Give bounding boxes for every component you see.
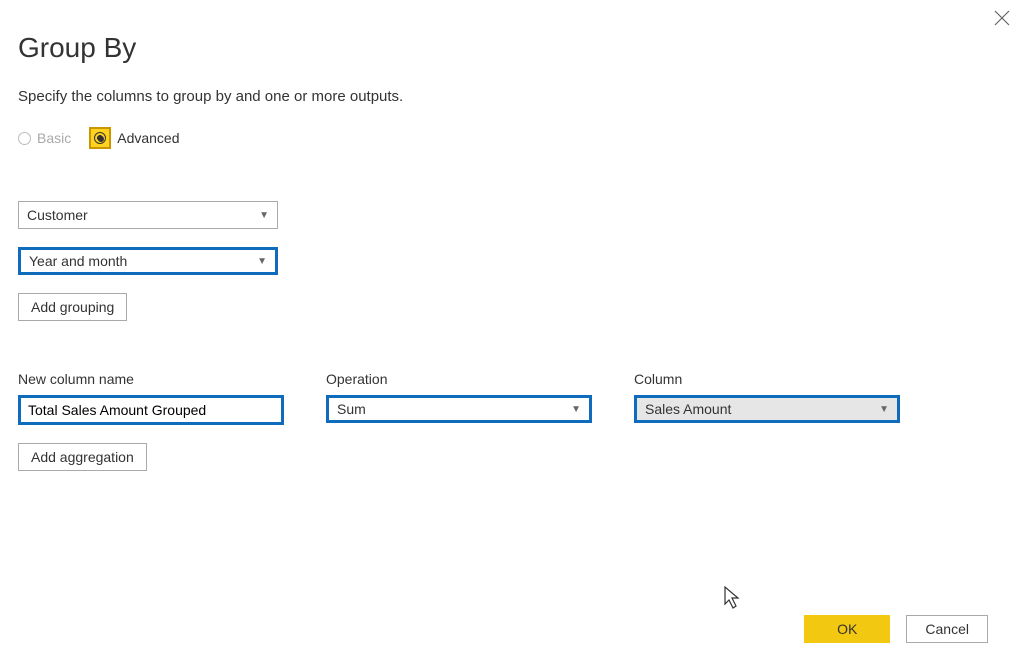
chevron-down-icon: ▼: [879, 404, 889, 415]
grouping-dropdown-2[interactable]: Year and month ▼: [18, 247, 278, 275]
add-aggregation-button[interactable]: Add aggregation: [18, 443, 147, 471]
radio-advanced-label: Advanced: [117, 130, 179, 146]
column-dropdown[interactable]: Sales Amount ▼: [634, 395, 900, 423]
dialog-footer: OK Cancel: [804, 615, 988, 643]
chevron-down-icon: ▼: [257, 256, 267, 267]
ok-button[interactable]: OK: [804, 615, 890, 643]
chevron-down-icon: ▼: [571, 404, 581, 415]
cursor-icon: [724, 586, 744, 612]
close-button[interactable]: [994, 10, 1010, 29]
add-grouping-button[interactable]: Add grouping: [18, 293, 127, 321]
header-new-column: New column name: [18, 371, 284, 387]
radio-advanced[interactable]: Advanced: [89, 127, 179, 149]
header-operation: Operation: [326, 371, 592, 387]
grouping-dropdown-1[interactable]: Customer ▼: [18, 201, 278, 229]
radio-basic-label: Basic: [37, 130, 71, 146]
operation-dropdown[interactable]: Sum ▼: [326, 395, 592, 423]
operation-value: Sum: [337, 401, 366, 417]
radio-icon: [18, 132, 31, 145]
chevron-down-icon: ▼: [259, 210, 269, 221]
dialog-title: Group By: [0, 0, 1024, 64]
radio-selected-icon: [89, 127, 111, 149]
header-column: Column: [634, 371, 900, 387]
column-value: Sales Amount: [645, 401, 731, 417]
dialog-subtitle: Specify the columns to group by and one …: [0, 64, 1024, 105]
mode-selector: Basic Advanced: [0, 105, 1024, 149]
cancel-button[interactable]: Cancel: [906, 615, 988, 643]
grouping-value-2: Year and month: [29, 253, 127, 269]
new-column-name-input[interactable]: [18, 395, 284, 425]
grouping-value-1: Customer: [27, 207, 88, 223]
radio-basic[interactable]: Basic: [18, 130, 71, 146]
